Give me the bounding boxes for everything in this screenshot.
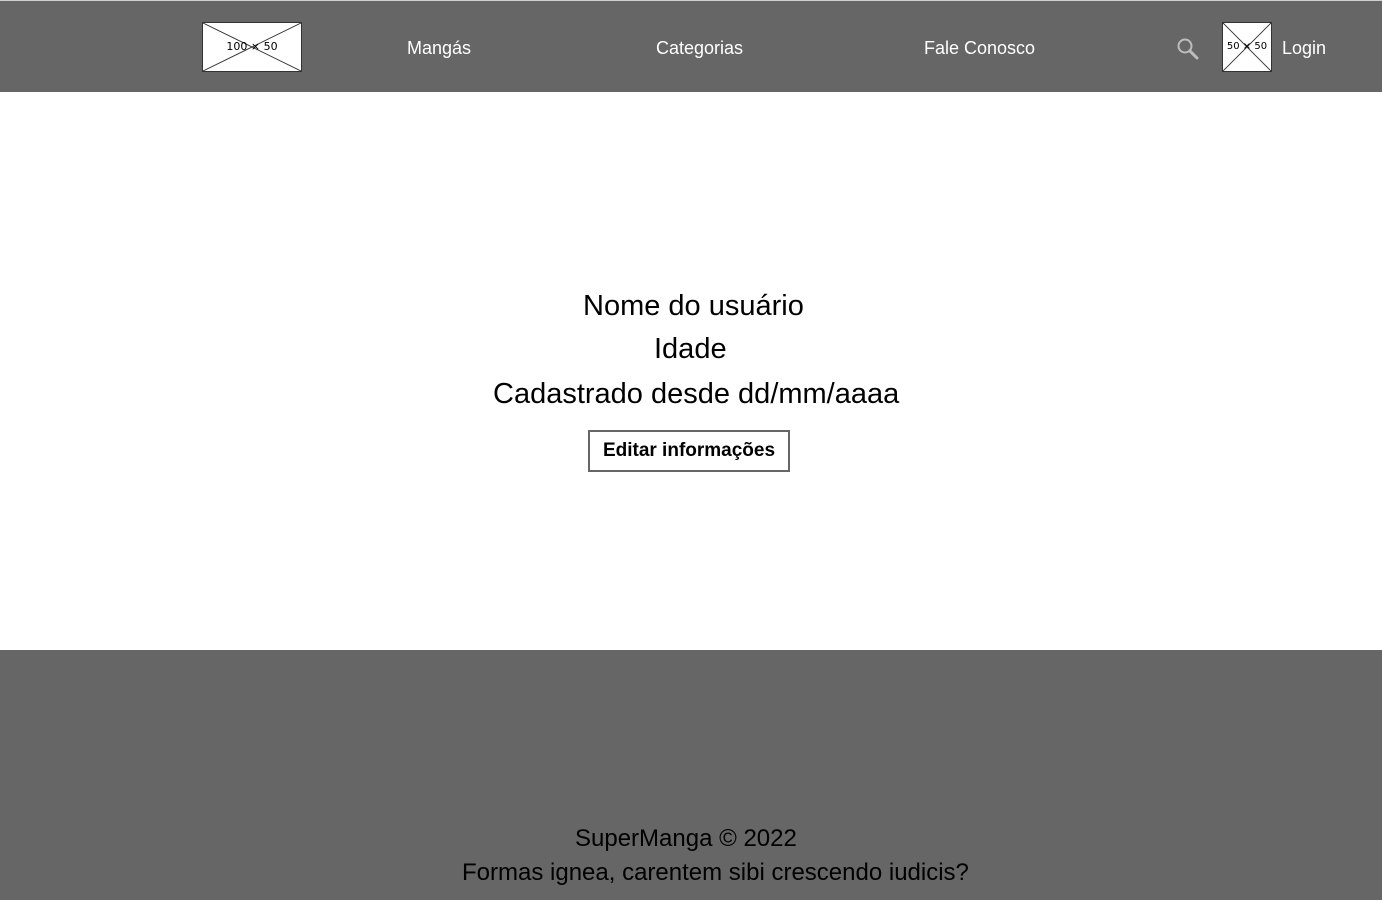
page: 100 × 50 Mangás Categorias Fale Conosco … [0, 0, 1382, 900]
search-icon[interactable] [1176, 37, 1200, 61]
edit-info-button[interactable]: Editar informações [588, 430, 790, 472]
nav-link-fale-conosco[interactable]: Fale Conosco [924, 37, 1035, 59]
user-avatar[interactable]: 50 × 50 [1222, 22, 1272, 72]
user-name: Nome do usuário [583, 290, 804, 322]
logo-placeholder-label: 100 × 50 [226, 40, 278, 53]
registered-since: Cadastrado desde dd/mm/aaaa [493, 378, 900, 410]
site-logo[interactable]: 100 × 50 [202, 22, 302, 72]
footer: SuperManga © 2022 Formas ignea, carentem… [0, 650, 1382, 900]
user-age: Idade [654, 333, 727, 365]
nav-link-categorias[interactable]: Categorias [656, 37, 743, 59]
nav-link-mangas[interactable]: Mangás [407, 37, 471, 59]
top-navbar: 100 × 50 Mangás Categorias Fale Conosco … [0, 0, 1382, 92]
footer-copyright: SuperManga © 2022 [575, 825, 797, 852]
login-link[interactable]: Login [1282, 37, 1326, 59]
avatar-placeholder-label: 50 × 50 [1226, 41, 1268, 52]
footer-tagline: Formas ignea, carentem sibi crescendo iu… [462, 859, 969, 886]
